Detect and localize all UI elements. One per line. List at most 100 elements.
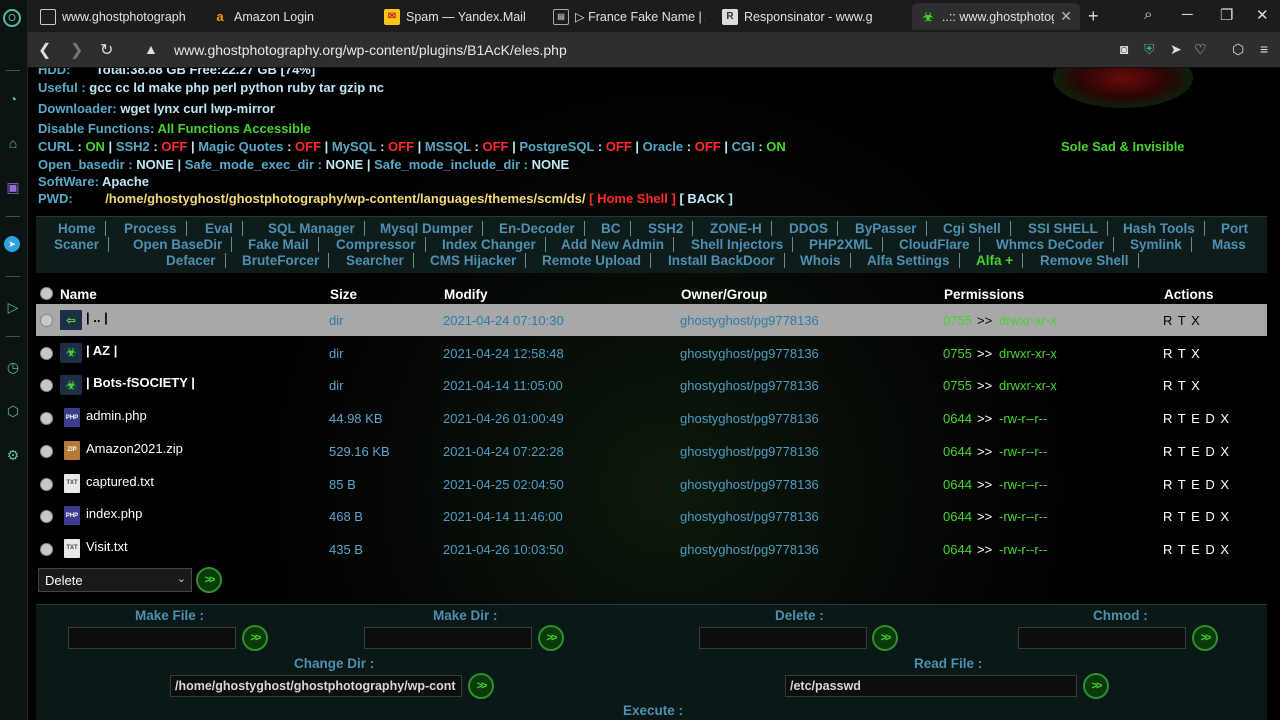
reload-icon[interactable]: ↻ <box>100 40 113 60</box>
menu-item-alfa-settings[interactable]: Alfa Settings <box>867 253 960 268</box>
close-tab-icon[interactable]: ✕ <box>1060 8 1072 25</box>
make-dir-input[interactable] <box>364 627 532 649</box>
menu-item-whois[interactable]: Whois <box>800 253 851 268</box>
shopping-icon[interactable]: ⌂ <box>2 132 24 154</box>
heart-icon[interactable]: ♡ <box>1194 41 1207 58</box>
menu-item-remote-upload[interactable]: Remote Upload <box>542 253 652 268</box>
file-name[interactable]: Visit.txt <box>86 539 128 554</box>
file-permissions[interactable]: drwxr-xr-x <box>999 313 1057 328</box>
chmod-input[interactable] <box>1018 627 1186 649</box>
menu-icon[interactable]: ≡ <box>1260 41 1268 57</box>
menu-item-ddos[interactable]: DDOS <box>789 221 839 236</box>
menu-item-remove-shell[interactable]: Remove Shell <box>1040 253 1139 268</box>
extensions-icon[interactable]: ⬡ <box>2 400 24 422</box>
bulk-action-select[interactable]: Delete ⌄ <box>38 568 192 592</box>
player-icon[interactable]: ▷ <box>2 296 24 318</box>
table-row[interactable]: ⇦ | .. | dir 2021-04-24 07:10:30 ghostyghost… <box>36 304 1267 336</box>
file-permissions[interactable]: -rw-r--r-- <box>999 444 1047 459</box>
menu-item-cgi-shell[interactable]: Cgi Shell <box>943 221 1011 236</box>
bulk-go-button[interactable]: >> <box>196 567 222 593</box>
file-actions[interactable]: R T E D X <box>1163 477 1230 492</box>
file-actions[interactable]: R T E D X <box>1163 509 1230 524</box>
minimize-icon[interactable]: ─ <box>1182 6 1193 23</box>
menu-item-ssi-shell[interactable]: SSI SHELL <box>1028 221 1108 236</box>
make-file-input[interactable] <box>68 627 236 649</box>
table-row[interactable]: TXT captured.txt 85 B 2021-04-25 02:04:50 gh… <box>36 468 1267 500</box>
table-row[interactable]: ☣ | Bots-fSOCIETY | dir 2021-04-14 11:05:00… <box>36 369 1267 401</box>
file-octal[interactable]: 0644 <box>943 411 972 426</box>
file-permissions[interactable]: -rw-r--r-- <box>999 542 1047 557</box>
change-dir-go-button[interactable]: >> <box>468 673 494 699</box>
menu-item-sql-manager[interactable]: SQL Manager <box>268 221 365 236</box>
telegram-icon[interactable]: ➤ <box>4 236 20 252</box>
restore-icon[interactable]: ❐ <box>1220 6 1233 24</box>
table-row[interactable]: TXT Visit.txt 435 B 2021-04-26 10:03:50 ghos… <box>36 533 1267 565</box>
history-icon[interactable]: ◷ <box>2 356 24 378</box>
delete-go-button[interactable]: >> <box>872 625 898 651</box>
file-modified[interactable]: 2021-04-26 10:03:50 <box>443 542 564 557</box>
shield-icon[interactable]: ⛨ <box>1144 41 1155 58</box>
menu-item-compressor[interactable]: Compressor <box>336 237 426 252</box>
tab-1[interactable]: a Amazon Login <box>204 3 372 30</box>
table-row[interactable]: PHP index.php 468 B 2021-04-14 11:46:00 ghos… <box>36 500 1267 532</box>
row-checkbox[interactable] <box>40 542 53 556</box>
menu-item-shell-injectors[interactable]: Shell Injectors <box>691 237 794 252</box>
file-modified[interactable]: 2021-04-14 11:05:00 <box>443 378 563 393</box>
make-dir-go-button[interactable]: >> <box>538 625 564 651</box>
file-modified[interactable]: 2021-04-24 12:58:48 <box>443 346 564 361</box>
delete-input[interactable] <box>699 627 867 649</box>
row-checkbox[interactable] <box>40 346 53 360</box>
menu-item-cloudflare[interactable]: CloudFlare <box>899 237 980 252</box>
file-name[interactable]: | .. | <box>86 310 108 325</box>
file-octal[interactable]: 0755 <box>943 313 972 328</box>
read-file-go-button[interactable]: >> <box>1083 673 1109 699</box>
menu-item-symlink[interactable]: Symlink <box>1130 237 1192 252</box>
select-all-checkbox[interactable] <box>40 287 53 300</box>
menu-item-port[interactable]: Port <box>1221 221 1248 236</box>
file-octal[interactable]: 0644 <box>943 444 972 459</box>
send-icon[interactable]: ➤ <box>1170 41 1182 58</box>
menu-item-hash-tools[interactable]: Hash Tools <box>1123 221 1205 236</box>
header-owner-group[interactable]: Owner/Group <box>681 287 767 302</box>
url-field[interactable]: www.ghostphotography.org/wp-content/plug… <box>174 42 567 58</box>
back-icon[interactable]: ❮ <box>38 40 51 60</box>
file-modified[interactable]: 2021-04-25 02:04:50 <box>443 477 564 492</box>
warning-icon[interactable]: ▲ <box>144 41 158 57</box>
file-permissions[interactable]: -rw-r--r-- <box>999 477 1047 492</box>
menu-item-eval[interactable]: Eval <box>205 221 243 236</box>
read-file-input[interactable]: /etc/passwd <box>785 675 1077 697</box>
change-dir-input[interactable]: /home/ghostyghost/ghostphotography/wp-co… <box>170 675 462 697</box>
menu-item-home[interactable]: Home <box>58 221 106 236</box>
search-tabs-icon[interactable]: ⌕ <box>1144 6 1152 23</box>
box-icon[interactable]: ⬡ <box>1232 41 1244 58</box>
row-checkbox[interactable] <box>40 444 53 458</box>
table-row[interactable]: ☣ | AZ | dir 2021-04-24 12:58:48 ghostyghost… <box>36 337 1267 369</box>
back-link[interactable]: [ BACK ] <box>679 191 732 206</box>
file-octal[interactable]: 0755 <box>943 346 972 361</box>
file-permissions[interactable]: drwxr-xr-x <box>999 378 1057 393</box>
tab-3[interactable]: ▤ ▷ France Fake Name | A <box>545 3 713 30</box>
menu-item-fake-mail[interactable]: Fake Mail <box>248 237 319 252</box>
menu-item-index-changer[interactable]: Index Changer <box>442 237 546 252</box>
row-checkbox[interactable] <box>40 477 53 491</box>
file-permissions[interactable]: drwxr-xr-x <box>999 346 1057 361</box>
chmod-go-button[interactable]: >> <box>1192 625 1218 651</box>
file-actions[interactable]: R T X <box>1163 346 1201 361</box>
file-octal[interactable]: 0644 <box>943 477 972 492</box>
menu-item-searcher[interactable]: Searcher <box>346 253 414 268</box>
menu-item-scaner[interactable]: Scaner <box>54 237 110 252</box>
menu-item-cms-hijacker[interactable]: CMS Hijacker <box>430 253 527 268</box>
file-name[interactable]: Amazon2021.zip <box>86 441 183 456</box>
file-octal[interactable]: 0644 <box>943 542 972 557</box>
menu-item-bypasser[interactable]: ByPasser <box>855 221 927 236</box>
file-name[interactable]: admin.php <box>86 408 147 423</box>
new-tab-icon[interactable]: + <box>1088 6 1099 27</box>
close-window-icon[interactable]: ✕ <box>1256 6 1269 24</box>
menu-item-mass[interactable]: Mass <box>1212 237 1246 252</box>
make-file-go-button[interactable]: >> <box>242 625 268 651</box>
header-actions[interactable]: Actions <box>1164 287 1214 302</box>
menu-item-defacer[interactable]: Defacer <box>166 253 226 268</box>
file-octal[interactable]: 0755 <box>943 378 972 393</box>
camera-icon[interactable]: ◙ <box>1120 41 1128 57</box>
file-name[interactable]: index.php <box>86 506 142 521</box>
